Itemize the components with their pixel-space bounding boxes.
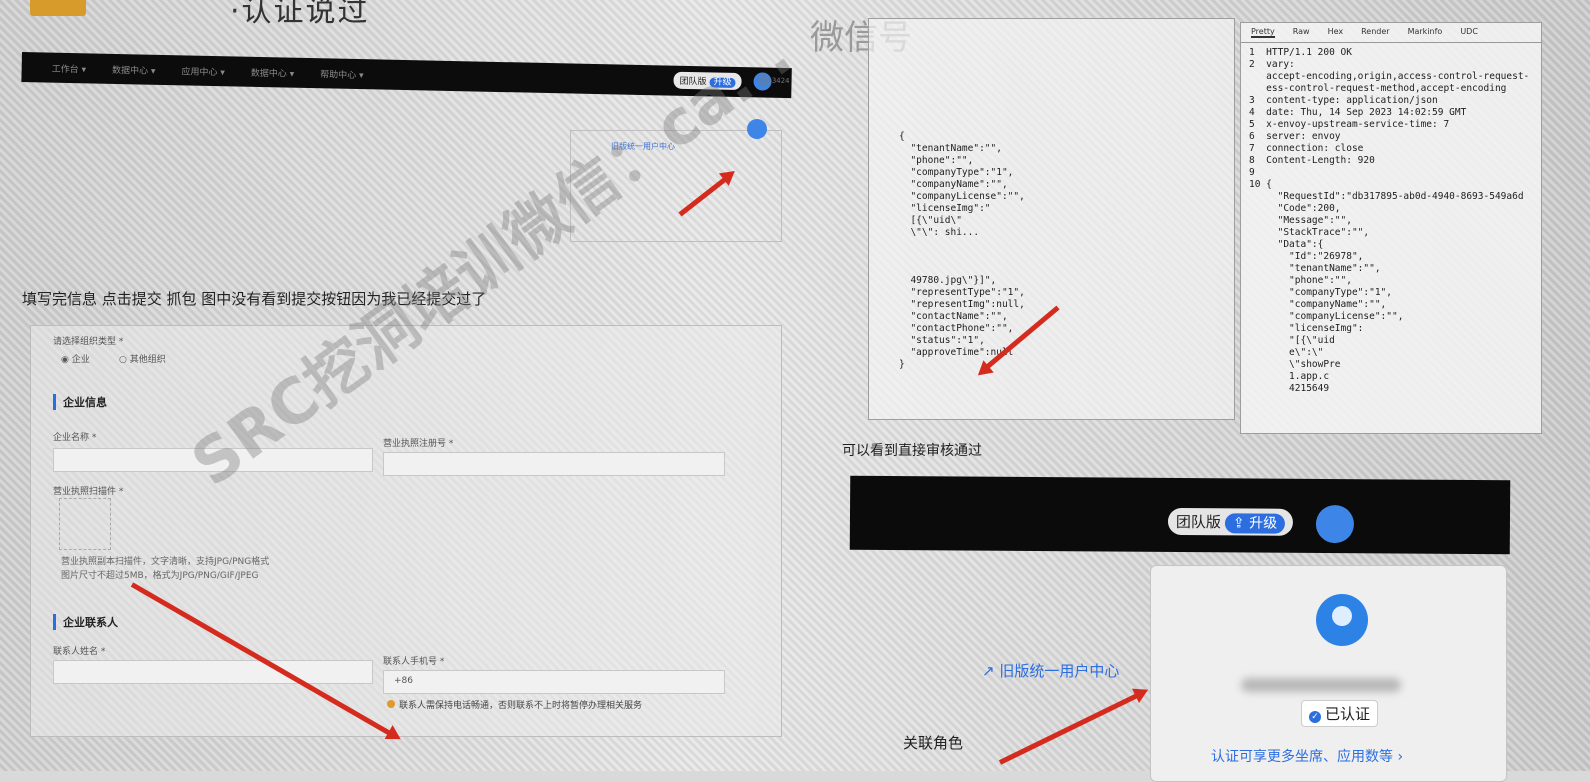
old-center-link[interactable]: ↗ 旧版统一用户中心 — [982, 660, 1119, 681]
company-section-title: 企业信息 — [53, 394, 107, 410]
upgrade-label: 升级 — [1249, 515, 1278, 532]
user-profile-card: ✓ 已认证 认证可享更多坐席、应用数等 › — [1150, 565, 1507, 782]
check-icon: ✓ — [1309, 711, 1321, 723]
upload-hint: 营业执照副本扫描件，文字清晰，支持JPG/PNG格式 — [61, 557, 270, 567]
license-img-label: 营业执照扫描件 * — [53, 487, 124, 497]
upload-hint: 图片尺寸不超过5MB，格式为JPG/PNG/GIF/JPEG — [61, 571, 259, 581]
nav-item[interactable]: 数据中心 ▾ — [251, 66, 295, 80]
org-option-company[interactable]: ◉ 企业 — [61, 352, 90, 365]
header-bar-zoomed: 团队版 ⇪ 升级 — [849, 475, 1511, 555]
nav-menu: 工作台 ▾ 数据中心 ▾ 应用中心 ▾ 数据中心 ▾ 帮助中心 ▾ — [52, 62, 364, 82]
version-pill[interactable]: 团队版 ⇪ 升级 — [1167, 507, 1294, 536]
org-option-label: 其他组织 — [129, 355, 166, 365]
avatar — [1316, 594, 1368, 646]
nav-item[interactable]: 工作台 ▾ — [52, 62, 87, 76]
contact-name-input[interactable] — [53, 660, 373, 684]
old-center-label: 旧版统一用户中心 — [999, 662, 1120, 680]
warning-text: 联系人需保持电话畅通，否则联系不上时将暂停办理相关服务 — [399, 701, 643, 711]
contact-phone-input[interactable]: +86 — [383, 670, 725, 694]
tab-udc[interactable]: UDC — [1460, 27, 1478, 38]
avatar[interactable] — [1315, 504, 1355, 544]
page-title: ·认证说过 — [230, 0, 370, 29]
tab-markinfo[interactable]: Markinfo — [1408, 27, 1443, 38]
warning-icon — [387, 700, 395, 708]
request-body-panel: { "tenantName":"", "phone":"", "companyT… — [868, 18, 1235, 420]
response-tabs: Pretty Raw Hex Render Markinfo UDC — [1241, 23, 1541, 43]
role-label: 关联角色 — [903, 734, 964, 752]
company-name-label: 企业名称 * — [53, 433, 97, 443]
avatar — [747, 119, 767, 139]
tab-hex[interactable]: Hex — [1328, 27, 1344, 38]
user-name-redacted — [1241, 678, 1401, 692]
verified-label: 已认证 — [1325, 705, 1371, 723]
certification-form: 请选择组织类型 * ◉ 企业 ○ 其他组织 企业信息 企业名称 * 营业执照注册… — [30, 325, 782, 737]
org-type-label: 请选择组织类型 * — [53, 337, 124, 347]
license-no-label: 营业执照注册号 * — [383, 439, 454, 449]
verified-badge: ✓ 已认证 — [1301, 700, 1379, 727]
warning-message: 联系人需保持电话畅通，否则联系不上时将暂停办理相关服务 — [387, 698, 642, 711]
nav-item[interactable]: 数据中心 ▾ — [112, 63, 156, 77]
certification-benefits-link[interactable]: 认证可享更多坐席、应用数等 › — [1211, 746, 1403, 766]
contact-phone-label: 联系人手机号 * — [383, 657, 445, 667]
nav-item[interactable]: 帮助中心 ▾ — [320, 67, 364, 81]
nav-item[interactable]: 应用中心 ▾ — [181, 64, 225, 78]
license-upload-box[interactable] — [59, 498, 111, 550]
response-panel: Pretty Raw Hex Render Markinfo UDC 1 HTT… — [1240, 22, 1542, 434]
upgrade-button[interactable]: ⇪ 升级 — [1224, 513, 1286, 534]
contact-section-title: 企业联系人 — [53, 614, 118, 630]
license-no-input[interactable] — [383, 452, 725, 476]
app-logo — [30, 0, 86, 16]
tab-pretty[interactable]: Pretty — [1251, 27, 1275, 38]
contact-name-label: 联系人姓名 * — [53, 647, 106, 657]
tab-raw[interactable]: Raw — [1293, 27, 1310, 38]
version-label: 团队版 — [1175, 512, 1222, 532]
request-json: { "tenantName":"", "phone":"", "companyT… — [899, 131, 1025, 370]
org-option-other[interactable]: ○ 其他组织 — [119, 352, 166, 365]
response-text: 1 HTTP/1.1 200 OK 2 vary: accept-encodin… — [1249, 47, 1530, 394]
caption-approved: 可以看到直接审核通过 — [842, 443, 982, 459]
phone-prefix: +86 — [394, 676, 413, 686]
org-option-label: 企业 — [71, 355, 90, 365]
tab-render[interactable]: Render — [1361, 27, 1389, 38]
